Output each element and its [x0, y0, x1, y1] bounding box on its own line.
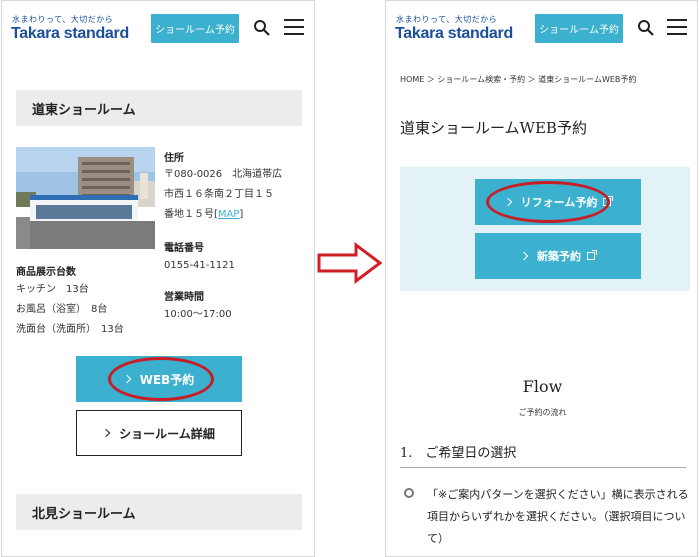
- tagline: 水まわりって、大切だから: [12, 15, 114, 24]
- business-hours: 10:00〜17:00: [164, 309, 232, 320]
- display-count-label: 商品展示台数: [16, 267, 76, 278]
- address-line-3-text: 番地１５号: [164, 209, 214, 220]
- showroom-detail-button[interactable]: ショールーム詳細: [76, 410, 242, 456]
- showroom-detail-label: ショールーム詳細: [119, 426, 215, 441]
- breadcrumb[interactable]: HOME ＞ ショールーム検索・予約 ＞ 道東ショールームWEB予約: [400, 74, 636, 85]
- flow-subtitle: ご予約の流れ: [518, 408, 567, 417]
- highlight-circle: [108, 357, 214, 401]
- hours-label: 営業時間: [164, 292, 204, 303]
- site-header: 水まわりって、大切だから Takara standard ショールーム予約: [2, 1, 314, 57]
- step-1-heading: 1. ご希望日の選択: [400, 446, 517, 461]
- right-screenshot-panel: 水まわりって、大切だから Takara standard ショールーム予約 HO…: [385, 0, 698, 557]
- tagline: 水まわりって、大切だから: [396, 15, 498, 24]
- new-build-reservation-label: 新築予約: [537, 250, 581, 263]
- section-title-kitami: 北見ショールーム: [16, 494, 302, 530]
- phone-label: 電話番号: [164, 243, 204, 254]
- new-build-reservation-button[interactable]: 新築予約: [475, 233, 641, 279]
- address-line-1: 〒080-0026 北海道帯広: [164, 169, 283, 180]
- takara-logo[interactable]: Takara standard: [11, 25, 129, 43]
- display-item-washstand: 洗面台（洗面所） 13台: [16, 324, 124, 335]
- showroom-reservation-button[interactable]: ショールーム予約: [151, 14, 239, 43]
- showroom-reservation-button[interactable]: ショールーム予約: [535, 14, 623, 43]
- search-icon[interactable]: [637, 19, 655, 37]
- highlight-circle: [486, 181, 610, 223]
- external-link-icon: [587, 250, 597, 260]
- section-title-doto: 道東ショールーム: [16, 90, 302, 126]
- site-header: 水まわりって、大切だから Takara standard ショールーム予約: [386, 1, 697, 57]
- address-line-3: 番地１５号[MAP]: [164, 209, 244, 220]
- chevron-right-icon: [101, 428, 111, 438]
- display-item-bath: お風呂（浴室） 8台: [16, 304, 108, 315]
- left-screenshot-panel: 水まわりって、大切だから Takara standard ショールーム予約 道東…: [1, 0, 315, 557]
- bullet-circle-icon: [404, 488, 414, 498]
- chevron-right-icon: [519, 251, 529, 261]
- map-link[interactable]: MAP: [218, 209, 240, 220]
- hamburger-menu-icon[interactable]: [667, 19, 687, 35]
- search-icon[interactable]: [253, 19, 271, 37]
- takara-logo[interactable]: Takara standard: [395, 25, 513, 43]
- showroom-photo: [16, 147, 155, 249]
- step-1-text: 「※ご案内パターンを選択ください」横に表示される項目からいずれかを選択ください。…: [427, 488, 689, 545]
- address-line-2: 市西１６条南２丁目１５: [164, 189, 274, 200]
- page-title: 道東ショールームWEB予約: [400, 119, 587, 137]
- hamburger-menu-icon[interactable]: [284, 19, 304, 35]
- phone-number[interactable]: 0155-41-1121: [164, 256, 235, 275]
- address-label: 住所: [164, 153, 184, 164]
- display-item-kitchen: キッチン 13台: [16, 284, 89, 295]
- flow-title: Flow: [522, 377, 563, 396]
- arrow-right-icon: [317, 242, 383, 284]
- divider: [400, 467, 686, 468]
